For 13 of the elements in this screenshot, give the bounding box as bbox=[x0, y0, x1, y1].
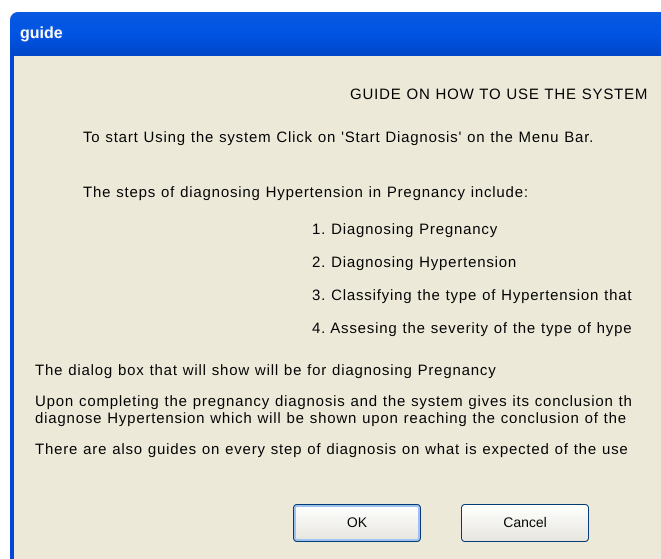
note-paragraph: Upon completing the pregnancy diagnosis and the system gives its conclusion th diagnose Hypertension which will be shown upon reaching the conclusion of the bbox=[35, 392, 634, 426]
intro-text: To start Using the system Click on 'Start Diagnosis' on the Menu Bar. bbox=[83, 128, 594, 146]
note-paragraph: There are also guides on every step of diagnosis on what is expected of the use bbox=[35, 440, 630, 458]
step-text: 3. Classifying the type of Hypertension that bbox=[312, 286, 634, 304]
steps-intro-text: The steps of diagnosing Hypertension in Pregnancy include: bbox=[83, 184, 529, 201]
guide-heading: GUIDE ON HOW TO USE THE SYSTEM bbox=[350, 86, 648, 103]
cancel-button[interactable]: Cancel bbox=[461, 504, 589, 542]
step-text: 2. Diagnosing Hypertension bbox=[312, 252, 518, 272]
step-text: 1. Diagnosing Pregnancy bbox=[312, 220, 500, 238]
step-text: 4. Assesing the severity of the type of hype bbox=[312, 318, 634, 338]
window-title: guide bbox=[20, 24, 63, 44]
ok-button[interactable]: OK bbox=[293, 504, 421, 542]
note-paragraph: The dialog box that will show will be for diagnosing Pregnancy bbox=[35, 362, 498, 378]
